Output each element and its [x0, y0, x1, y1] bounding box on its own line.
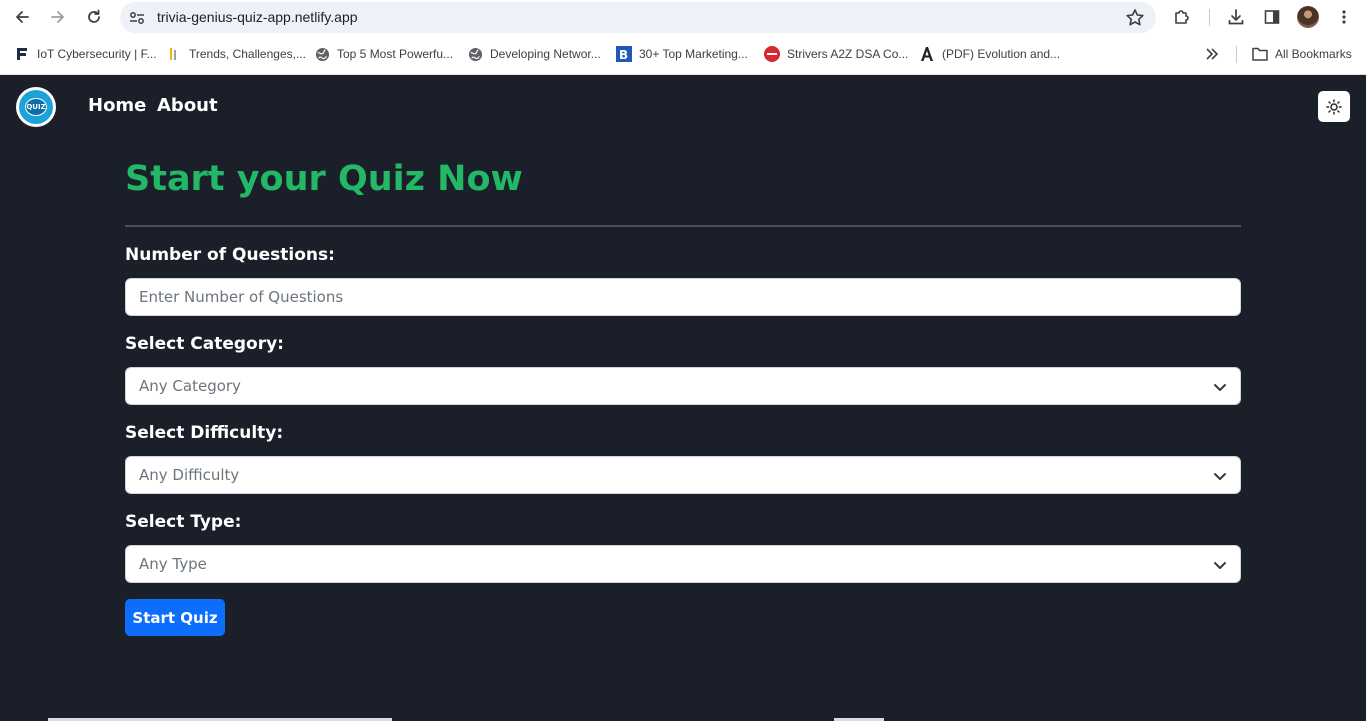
forward-arrow-icon — [51, 11, 64, 23]
all-bookmarks-label: All Bookmarks — [1275, 47, 1352, 61]
bookmarks-separator — [1236, 46, 1237, 63]
globe-icon — [467, 46, 483, 62]
downloads-button[interactable] — [1221, 3, 1251, 31]
side-panel-icon — [1264, 10, 1280, 24]
forward-button[interactable] — [43, 3, 73, 31]
difficulty-value: Any Difficulty — [139, 466, 240, 484]
chevron-down-icon — [1214, 473, 1226, 480]
bookmark-item[interactable]: B 30+ Top Marketing... — [616, 45, 748, 63]
category-label: Select Category: — [125, 334, 284, 354]
logo-badge: QUIZ — [19, 90, 53, 124]
bookmark-label: (PDF) Evolution and... — [942, 47, 1061, 61]
type-value: Any Type — [139, 555, 207, 573]
bookmark-label: IoT Cybersecurity | F... — [37, 47, 157, 61]
bookmark-item[interactable]: Developing Networ... — [467, 45, 601, 63]
folder-icon — [1252, 46, 1268, 62]
nav-link-home[interactable]: Home — [88, 95, 146, 116]
difficulty-select[interactable]: Any Difficulty — [125, 456, 1241, 494]
reload-icon — [88, 9, 100, 23]
tuf-logo-icon — [764, 46, 780, 62]
bookmark-star-icon[interactable] — [1124, 7, 1146, 29]
type-label: Select Type: — [125, 512, 242, 532]
questions-label: Number of Questions: — [125, 245, 335, 265]
difficulty-label: Select Difficulty: — [125, 423, 284, 443]
title-divider — [125, 225, 1241, 227]
puzzle-icon — [1175, 10, 1189, 24]
quiz-logo[interactable]: QUIZ — [16, 87, 56, 127]
reload-button[interactable] — [79, 3, 109, 31]
profile-avatar[interactable] — [1297, 6, 1319, 28]
category-select[interactable]: Any Category — [125, 367, 1241, 405]
bookmark-label: 30+ Top Marketing... — [639, 47, 748, 61]
all-bookmarks-item[interactable]: All Bookmarks — [1252, 45, 1352, 63]
questions-input[interactable] — [139, 288, 1240, 306]
type-select[interactable]: Any Type — [125, 545, 1241, 583]
side-panel-button[interactable] — [1257, 3, 1287, 31]
f-logo-icon — [14, 46, 30, 62]
bars-icon — [166, 46, 182, 62]
questions-input-wrapper — [125, 278, 1241, 316]
bookmark-item[interactable]: Trends, Challenges,... — [166, 45, 306, 63]
b-logo-icon: B — [616, 46, 632, 62]
page-title: Start your Quiz Now — [125, 159, 523, 199]
bookmark-label: Trends, Challenges,... — [189, 47, 306, 61]
nav-link-about[interactable]: About — [157, 95, 218, 116]
a-logo-icon — [919, 46, 935, 62]
site-settings-icon[interactable] — [128, 9, 146, 27]
browser-toolbar: trivia-genius-quiz-app.netlify.app — [0, 0, 1366, 35]
app-navbar: QUIZ Home About — [0, 75, 1366, 139]
globe-icon — [314, 46, 330, 62]
url-text: trivia-genius-quiz-app.netlify.app — [157, 9, 358, 25]
bookmarks-bar: IoT Cybersecurity | F... Trends, Challen… — [0, 35, 1366, 75]
category-value: Any Category — [139, 377, 241, 395]
bookmark-item[interactable]: IoT Cybersecurity | F... — [14, 45, 157, 63]
chevron-down-icon — [1214, 562, 1226, 569]
back-button[interactable] — [7, 3, 37, 31]
theme-toggle-button[interactable] — [1318, 91, 1350, 122]
bookmark-label: Strivers A2Z DSA Co... — [787, 47, 909, 61]
logo-text: QUIZ — [25, 98, 47, 116]
bookmark-item[interactable]: Strivers A2Z DSA Co... — [764, 45, 908, 63]
start-quiz-button[interactable]: Start Quiz — [125, 599, 225, 636]
bookmark-item[interactable]: Top 5 Most Powerfu... — [314, 45, 453, 63]
browser-menu-button[interactable] — [1329, 3, 1359, 31]
download-icon — [1228, 9, 1244, 25]
bookmark-label: Top 5 Most Powerfu... — [337, 47, 454, 61]
chevron-double-right-icon[interactable] — [1203, 45, 1221, 63]
back-arrow-icon — [16, 11, 29, 23]
chevron-down-icon — [1214, 384, 1226, 391]
svg-text:B: B — [619, 48, 628, 62]
toolbar-separator — [1209, 9, 1210, 26]
bookmark-item[interactable]: (PDF) Evolution and... — [919, 45, 1060, 63]
sun-icon — [1326, 98, 1342, 115]
bookmark-label: Developing Networ... — [490, 47, 601, 61]
kebab-menu-icon — [1342, 10, 1346, 24]
address-bar[interactable]: trivia-genius-quiz-app.netlify.app — [120, 2, 1156, 33]
extensions-button[interactable] — [1167, 3, 1197, 31]
